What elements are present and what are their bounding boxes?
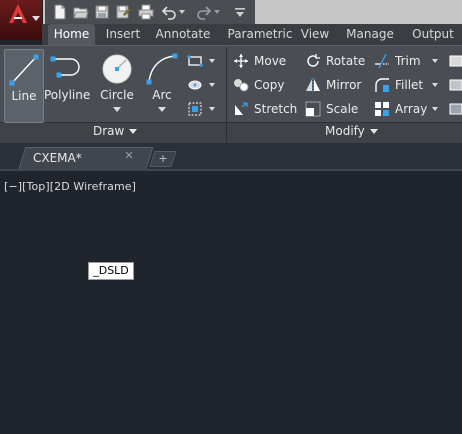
fillet-dropdown-icon[interactable] (432, 83, 438, 87)
boundary-dropdown-icon[interactable] (209, 107, 215, 111)
hatch-dropdown-icon[interactable] (209, 83, 215, 87)
fillet-label: Fillet (395, 78, 424, 92)
ribbon-panel-titles (0, 122, 462, 144)
scale-icon (305, 101, 321, 117)
open-folder-icon[interactable] (72, 3, 90, 21)
polyline-tool-button[interactable]: Polyline (44, 49, 90, 121)
document-tab-label: CXEMA* (33, 151, 82, 165)
copy-icon (234, 79, 249, 92)
circle-tool-label: Circle (100, 88, 134, 102)
rotate-label: Rotate (326, 54, 366, 68)
tab-view[interactable]: View (300, 24, 330, 45)
polyline-tool-label: Polyline (44, 88, 91, 102)
layers-icon[interactable] (448, 53, 462, 69)
autocad-logo-icon (9, 4, 27, 23)
tab-manage[interactable]: Manage (342, 24, 398, 45)
line-tool-label: Line (11, 89, 37, 103)
application-menu-button[interactable] (0, 0, 43, 41)
close-tab-icon[interactable]: ✕ (123, 150, 135, 162)
undo-dropdown-icon[interactable] (177, 3, 187, 21)
modify-panel-title[interactable]: Modify (325, 124, 378, 138)
tab-home[interactable]: Home (48, 24, 95, 45)
drawing-canvas[interactable] (0, 171, 462, 434)
line-tool-button[interactable]: Line (4, 49, 44, 123)
print-icon[interactable] (137, 3, 155, 21)
undo-icon[interactable] (160, 3, 178, 21)
copy-label: Copy (254, 78, 285, 92)
tab-parametric[interactable]: Parametric (220, 24, 300, 45)
new-file-icon[interactable] (51, 3, 69, 21)
fillet-button[interactable]: Fillet (374, 76, 434, 94)
draw-panel-expand-icon (129, 129, 138, 134)
mirror-button[interactable]: Mirror (305, 76, 369, 94)
array-label: Array (395, 102, 428, 116)
move-label: Move (254, 54, 287, 68)
app-menu-arrow-icon (32, 16, 40, 21)
stretch-label: Stretch (254, 102, 298, 116)
hatch-icon[interactable] (187, 77, 203, 93)
copy-button[interactable]: Copy (233, 76, 299, 94)
save-icon[interactable] (93, 3, 111, 21)
move-button[interactable]: Move (233, 52, 299, 70)
arc-dropdown-icon[interactable] (158, 107, 166, 112)
polyline-icon (50, 56, 80, 78)
rotate-button[interactable]: Rotate (305, 52, 369, 70)
panel-separator (226, 47, 227, 143)
layer-tool-icon[interactable] (448, 101, 462, 117)
plus-icon: + (158, 152, 168, 165)
mirror-label: Mirror (326, 78, 362, 92)
boundary-icon[interactable] (187, 101, 203, 117)
modify-panel-expand-icon (369, 129, 378, 134)
arc-tool-label: Arc (152, 88, 172, 102)
mirror-icon (306, 78, 320, 92)
stretch-icon (235, 102, 248, 115)
trim-icon (375, 53, 389, 69)
tab-insert[interactable]: Insert (100, 24, 146, 45)
tab-annotate[interactable]: Annotate (150, 24, 216, 45)
arc-icon (146, 53, 178, 85)
save-as-icon[interactable] (114, 3, 132, 21)
circle-tool-button[interactable]: Circle (96, 49, 138, 121)
tab-output[interactable]: Output (408, 24, 458, 45)
array-button[interactable]: Array (374, 100, 434, 118)
draw-panel-title-text: Draw (93, 124, 125, 138)
fillet-icon (375, 78, 389, 92)
layer-state-icon[interactable] (448, 77, 462, 93)
command-tooltip: _DSLD (88, 262, 134, 280)
rectangle-dropdown-icon[interactable] (209, 59, 215, 63)
scale-button[interactable]: Scale (305, 100, 369, 118)
modify-panel-title-text: Modify (325, 124, 365, 138)
draw-panel-title[interactable]: Draw (93, 124, 138, 138)
array-icon (375, 102, 389, 116)
stretch-button[interactable]: Stretch (233, 100, 299, 118)
customize-qat-icon[interactable] (231, 3, 249, 21)
move-icon (234, 54, 248, 68)
circle-icon (102, 54, 132, 84)
line-icon (9, 54, 39, 86)
arc-tool-button[interactable]: Arc (144, 49, 180, 121)
new-tab-button[interactable]: + (149, 151, 177, 167)
array-dropdown-icon[interactable] (432, 107, 438, 111)
scale-label: Scale (326, 102, 359, 116)
circle-dropdown-icon[interactable] (113, 107, 121, 112)
redo-dropdown-icon[interactable] (212, 3, 222, 21)
viewport-controls[interactable]: [−][Top][2D Wireframe] (4, 180, 136, 193)
ribbon-tab-bar: Home Insert Annotate Parametric View Man… (42, 24, 462, 45)
rectangle-icon[interactable] (187, 53, 203, 69)
trim-label: Trim (395, 54, 421, 68)
trim-dropdown-icon[interactable] (432, 59, 438, 63)
rotate-icon (307, 54, 320, 67)
trim-button[interactable]: Trim (374, 52, 434, 70)
redo-icon[interactable] (195, 3, 213, 21)
quick-access-toolbar (45, 0, 255, 25)
